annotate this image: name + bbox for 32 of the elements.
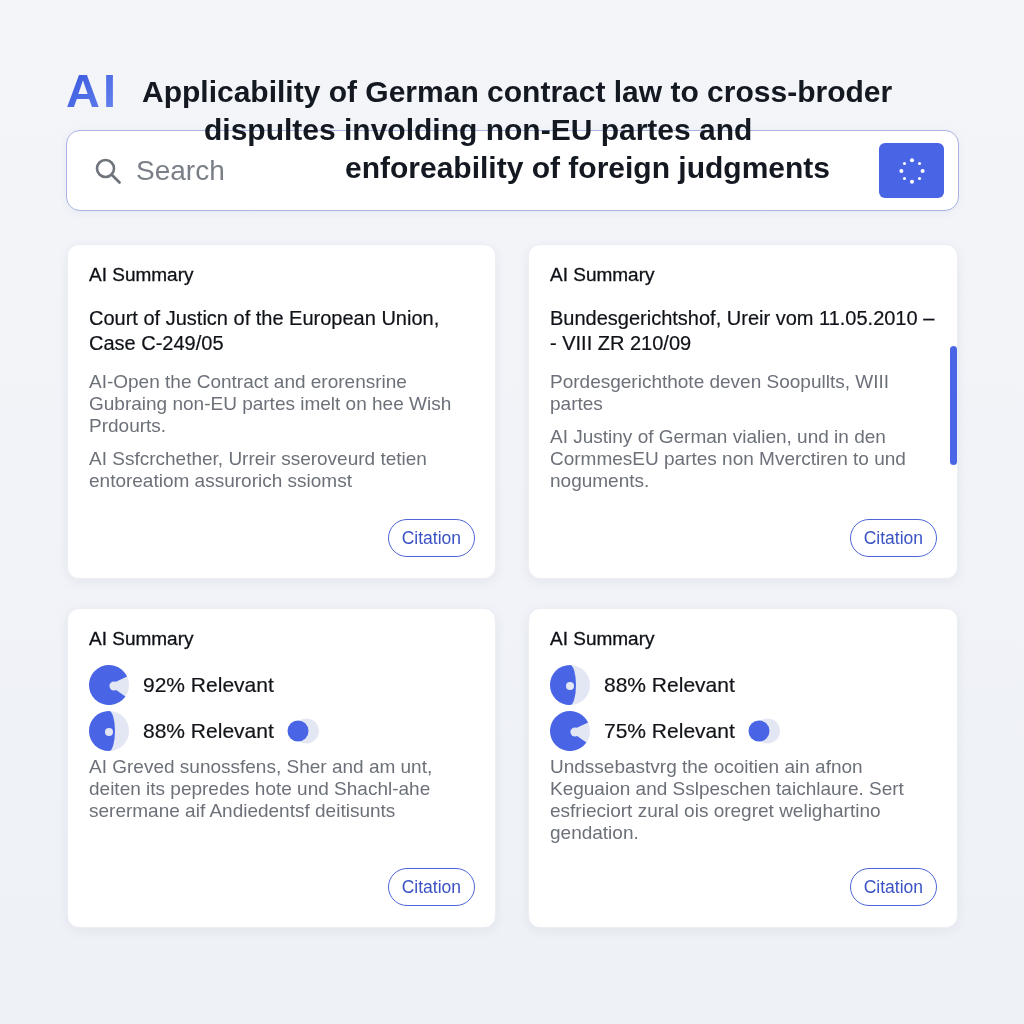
summary-label: AI Summary [550,263,655,287]
page-title: Applicability of German contract law to cross-broder [142,74,893,110]
pie-icon [550,711,590,751]
crescent-icon [89,711,129,751]
summary-text: AI Greved sunossfens, Sher and am unt, deiten its pepredes hote und Shachl-ahe serermane aif Andiedentsf deitisunts [89,756,434,822]
summary-text: Pordesgerichthote deven Soopullts, WIII partes [550,371,891,415]
relevance-score: 88% Relevant [143,718,274,744]
relevance-score: 88% Relevant [604,672,735,698]
relevance-score: 92% Relevant [143,672,274,698]
page-title: enforeability of foreign judgments [345,150,831,186]
citation-button[interactable]: Citation [849,519,937,557]
pie-icon [89,665,129,705]
search-input[interactable]: Search [136,153,296,188]
case-title: Court of Justicn of the European Union, Case C-249/05 [89,306,441,356]
summary-text: Undssebastvrg the ocoitien ain afnon Keguaion and Sslpeschen taichlaure. Sert esfrieciort zural ois oregret welighartino gendation. [550,756,905,844]
summary-text: AI-Open the Contract and erorensrine Gubraing non-EU partes imelt on hee Wish Prdourts. [89,371,453,437]
summary-label: AI Summary [550,627,655,651]
citation-button[interactable]: Citation [387,868,475,906]
case-title: Bundesgerichtshof, Ureir vom 11.05.2010 – - VIII ZR 210/09 [550,306,936,356]
search-button[interactable] [879,143,944,198]
page-title: dispultes involding non-EU partes and [204,112,753,148]
citation-button[interactable]: Citation [849,868,937,906]
summary-label: AI Summary [89,263,194,287]
search-icon [94,156,122,185]
summary-text: AI Ssfcrchether, Urreir sseroveurd tetien entoreatiom assurorich ssiomst [89,448,428,492]
crescent-icon [550,665,590,705]
relevance-score: 75% Relevant [604,718,735,744]
citation-button[interactable]: Citation [387,519,475,557]
spinner-icon [898,157,925,184]
summary-label: AI Summary [89,627,194,651]
scrollbar-thumb[interactable] [950,346,957,465]
summary-text: AI Justiny of German vialien, und in den CormmesEU partes non Mverctiren to und noguments. [550,426,907,492]
